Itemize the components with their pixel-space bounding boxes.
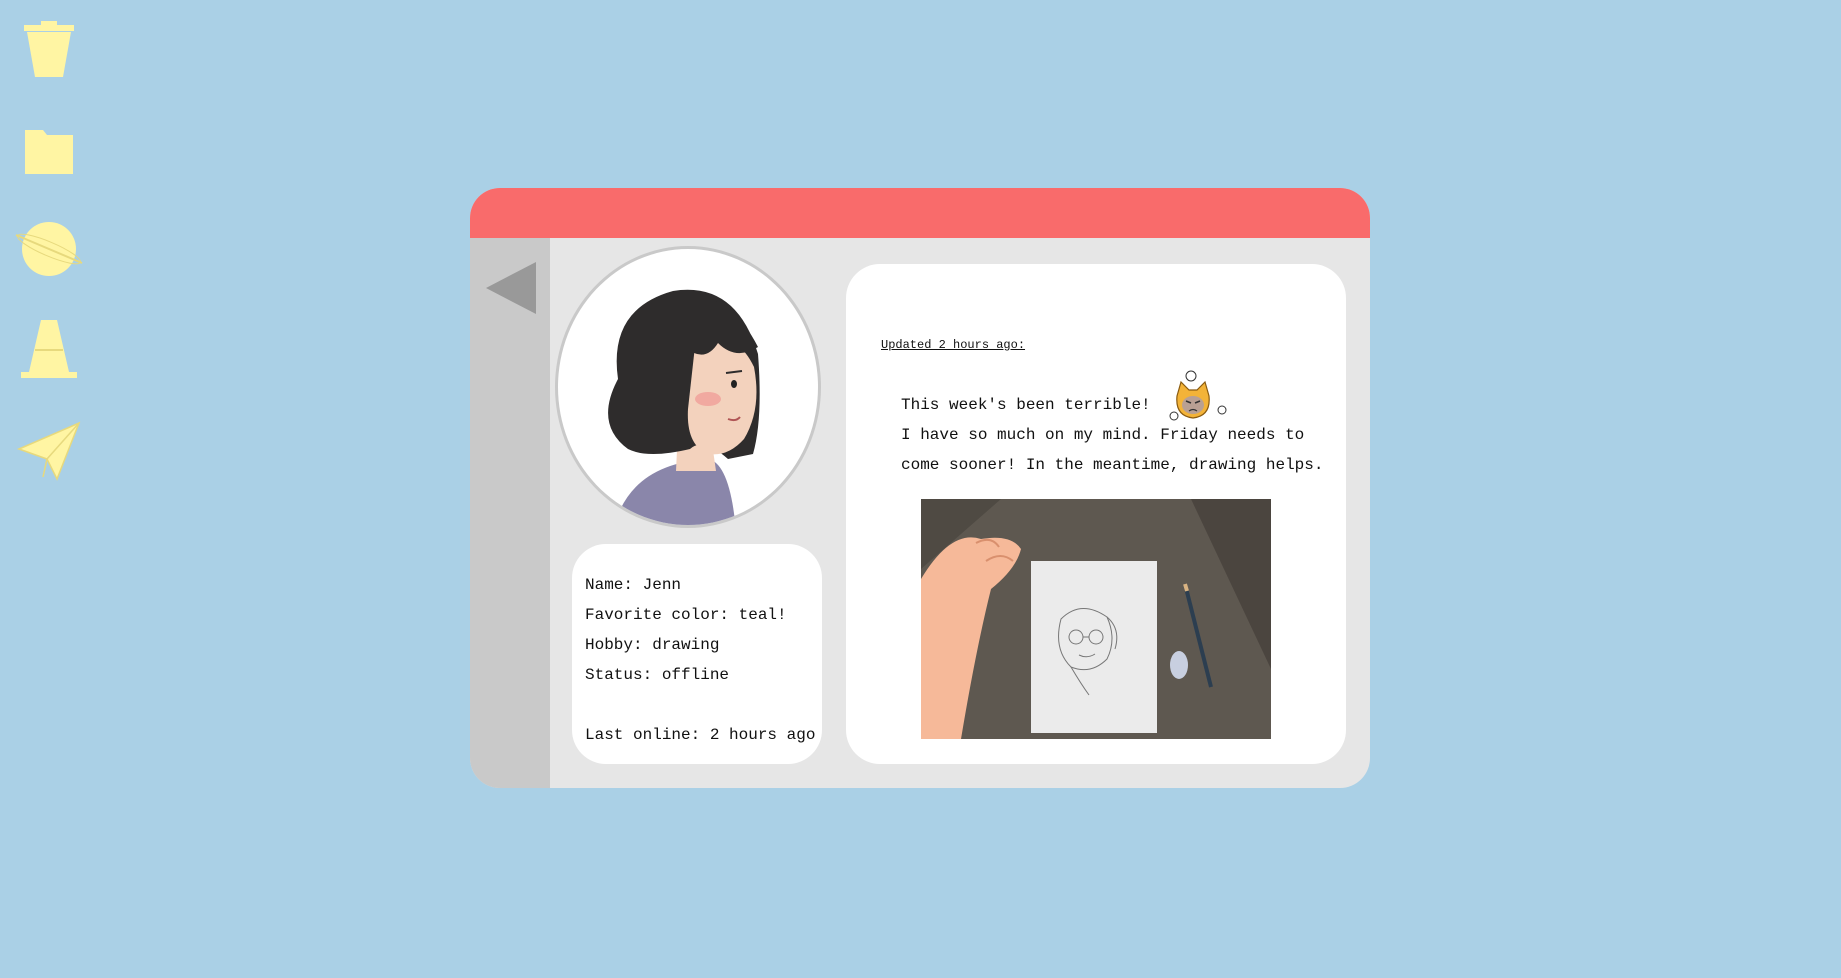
paper-plane-icon[interactable]	[14, 414, 84, 484]
folder-icon[interactable]	[14, 115, 84, 185]
profile-name: Name: Jenn	[585, 576, 682, 594]
cone-icon[interactable]	[14, 313, 84, 383]
status-post-card: Updated 2 hours ago: This week's been te…	[846, 264, 1346, 764]
post-line: come sooner! In the meantime, drawing he…	[901, 456, 1324, 474]
post-body: This week's been terrible! I have so muc…	[901, 390, 1323, 480]
profile-last-online: Last online: 2 hours ago	[585, 726, 816, 744]
profile-favorite-color: Favorite color: teal!	[585, 606, 787, 624]
post-line: I have so much on my mind. Friday needs …	[901, 426, 1305, 444]
avatar	[555, 246, 821, 528]
trash-icon[interactable]	[14, 14, 84, 84]
profile-window: Name: Jenn Favorite color: teal! Hobby: …	[470, 188, 1370, 788]
post-photo	[921, 499, 1271, 739]
back-button[interactable]	[486, 262, 536, 314]
planet-icon[interactable]	[14, 214, 84, 284]
profile-info-card: Name: Jenn Favorite color: teal! Hobby: …	[572, 544, 822, 764]
triangle-left-icon	[486, 262, 536, 314]
post-updated-link[interactable]: Updated 2 hours ago:	[881, 338, 1025, 352]
drawing-desk-image	[921, 499, 1271, 739]
title-bar[interactable]	[470, 188, 1370, 238]
post-line: This week's been terrible!	[901, 396, 1151, 414]
angry-cat-icon	[1169, 370, 1235, 426]
profile-status: Status: offline	[585, 666, 730, 684]
side-rail	[470, 238, 550, 788]
profile-hobby: Hobby: drawing	[585, 636, 720, 654]
avatar-portrait	[608, 289, 760, 525]
